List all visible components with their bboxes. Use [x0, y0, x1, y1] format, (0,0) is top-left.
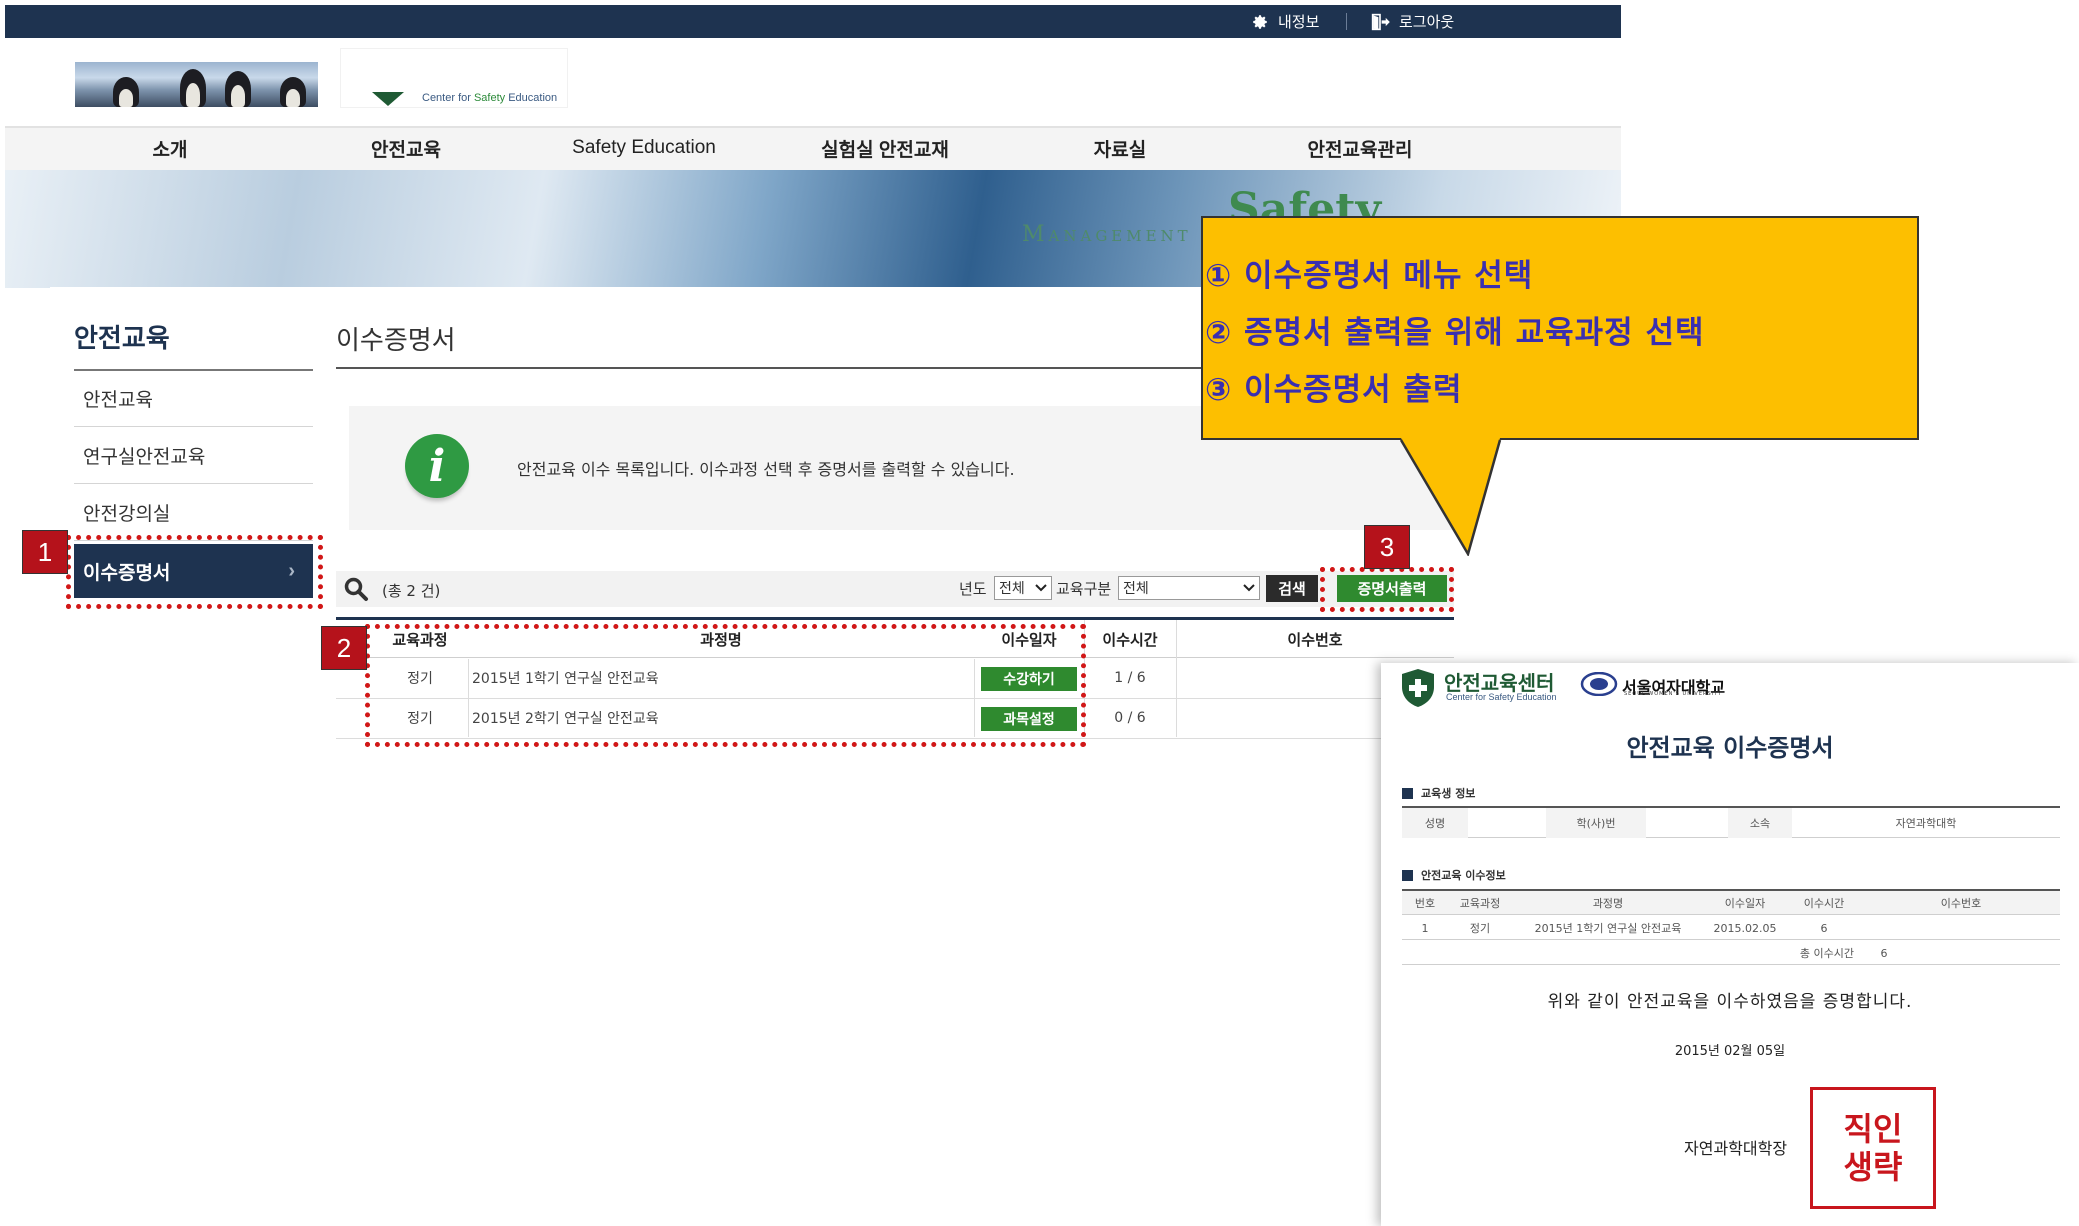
cert-edu-name: 2015년 1학기 연구실 안전교육: [1534, 922, 1682, 935]
table-divider: [1176, 620, 1177, 737]
cert-edu-h-name: 과정명: [1592, 897, 1624, 910]
info-message: 안전교육 이수 목록입니다. 이수과정 선택 후 증명서를 출력할 수 있습니다…: [517, 460, 1015, 479]
logout-label: 로그아웃: [1399, 13, 1455, 31]
cert-student-section: 교육생 정보: [1402, 785, 1475, 801]
penguin-banner-image: [75, 62, 318, 107]
col-header-number: 이수번호: [1287, 630, 1343, 649]
cert-univ-sub: SEOUL WOMEN'S UNIVERSITY: [1624, 691, 1723, 697]
category-select-value: 전체: [1123, 581, 1149, 597]
cert-field-dept: 소속: [1728, 808, 1792, 838]
col-header-hours: 이수시간: [1102, 630, 1158, 649]
logo-subtitle: Center for Safety Education: [422, 92, 558, 104]
gear-icon: [1253, 14, 1267, 29]
shield-cross-icon: [1402, 669, 1434, 707]
callout-pointer: [1399, 438, 1502, 556]
cert-signer: 자연과학대학장: [1684, 1139, 1788, 1158]
total-count: (총 2 건): [382, 582, 441, 600]
nav-item-safety-training[interactable]: 안전교육: [346, 128, 466, 168]
row2-hours: 0 / 6: [1114, 710, 1146, 726]
nav-item-safety-education[interactable]: Safety Education: [554, 128, 734, 168]
cert-center-sub: Center for Safety Education: [1446, 692, 1557, 702]
cert-total-label: 총 이수시간: [1799, 947, 1854, 960]
chevron-down-icon: [1035, 584, 1047, 592]
annotation-box-3: [1320, 567, 1454, 612]
callout-step-2: ② 증명서 출력을 위해 교육과정 선택: [1205, 315, 1705, 351]
page-title: 이수증명서: [336, 325, 456, 355]
cert-edu-hours: 6: [1820, 921, 1828, 935]
cert-dept-value: 자연과학대학: [1895, 817, 1957, 830]
year-select-value: 전체: [999, 581, 1025, 597]
info-icon: i: [405, 434, 469, 498]
callout-step-3: ③ 이수증명서 출력: [1205, 372, 1463, 408]
cert-field-id: 학(사)번: [1546, 808, 1646, 838]
cert-total-value: 6: [1880, 946, 1888, 960]
annotation-badge-2: 2: [321, 626, 367, 670]
nav-item-about[interactable]: 소개: [110, 128, 230, 168]
cert-edu-h-hours: 이수시간: [1803, 897, 1845, 910]
cert-statement: 위와 같이 안전교육을 이수하였음을 증명합니다.: [1547, 992, 1913, 1012]
chevron-down-icon: [1243, 584, 1255, 592]
seal-stamp: 직인 생략: [1810, 1087, 1936, 1209]
sidebar-item-lab-training[interactable]: 연구실안전교육: [74, 428, 313, 484]
logout-link[interactable]: 로그아웃: [1370, 5, 1454, 38]
cert-title: 안전교육 이수증명서: [1626, 734, 1834, 762]
cert-edu-h-type: 교육과정: [1459, 897, 1501, 910]
year-label: 년도: [959, 580, 987, 598]
cert-edu-section: 안전교육 이수정보: [1402, 867, 1506, 883]
sidebar-title: 안전교육: [74, 323, 170, 353]
nav-item-library[interactable]: 자료실: [1060, 128, 1180, 168]
category-label: 교육구분: [1056, 580, 1112, 598]
cert-edu-date: 2015.02.05: [1713, 921, 1777, 935]
my-info-label: 내정보: [1278, 13, 1320, 31]
cert-edu-h-no: 번호: [1414, 897, 1436, 910]
cert-edu-type: 정기: [1469, 922, 1491, 935]
annotation-box-1: [66, 535, 323, 609]
year-select[interactable]: 전체: [994, 576, 1052, 600]
nav-item-lab-materials[interactable]: 실험실 안전교재: [800, 128, 970, 168]
category-select[interactable]: 전체: [1118, 576, 1260, 600]
search-button[interactable]: 검색: [1266, 575, 1318, 602]
stamp-line-2: 생략: [1843, 1148, 1903, 1186]
cert-edu-h-date: 이수일자: [1724, 897, 1766, 910]
search-icon: [344, 577, 368, 601]
callout-step-1: ① 이수증명서 메뉴 선택: [1205, 258, 1534, 294]
cert-edu-h-number: 이수번호: [1940, 897, 1982, 910]
sidebar-item-lecture-room[interactable]: 안전강의실: [74, 485, 313, 541]
annotation-badge-1: 1: [22, 530, 68, 574]
stamp-line-1: 직인: [1843, 1109, 1903, 1148]
my-info-link[interactable]: 내정보: [1251, 5, 1319, 38]
cert-date: 2015년 02월 05일: [1674, 1044, 1786, 1059]
sidebar-item-safety-training[interactable]: 안전교육: [74, 371, 313, 427]
cert-edu-no: 1: [1421, 921, 1429, 935]
top-separator: [1346, 13, 1347, 30]
university-emblem-icon: [1580, 672, 1618, 696]
row1-hours: 1 / 6: [1114, 670, 1146, 686]
nav-item-training-admin[interactable]: 안전교육관리: [1290, 128, 1430, 168]
cert-field-name: 성명: [1402, 808, 1468, 838]
annotation-box-2: [365, 624, 1086, 747]
logout-door-icon: [1371, 13, 1390, 30]
